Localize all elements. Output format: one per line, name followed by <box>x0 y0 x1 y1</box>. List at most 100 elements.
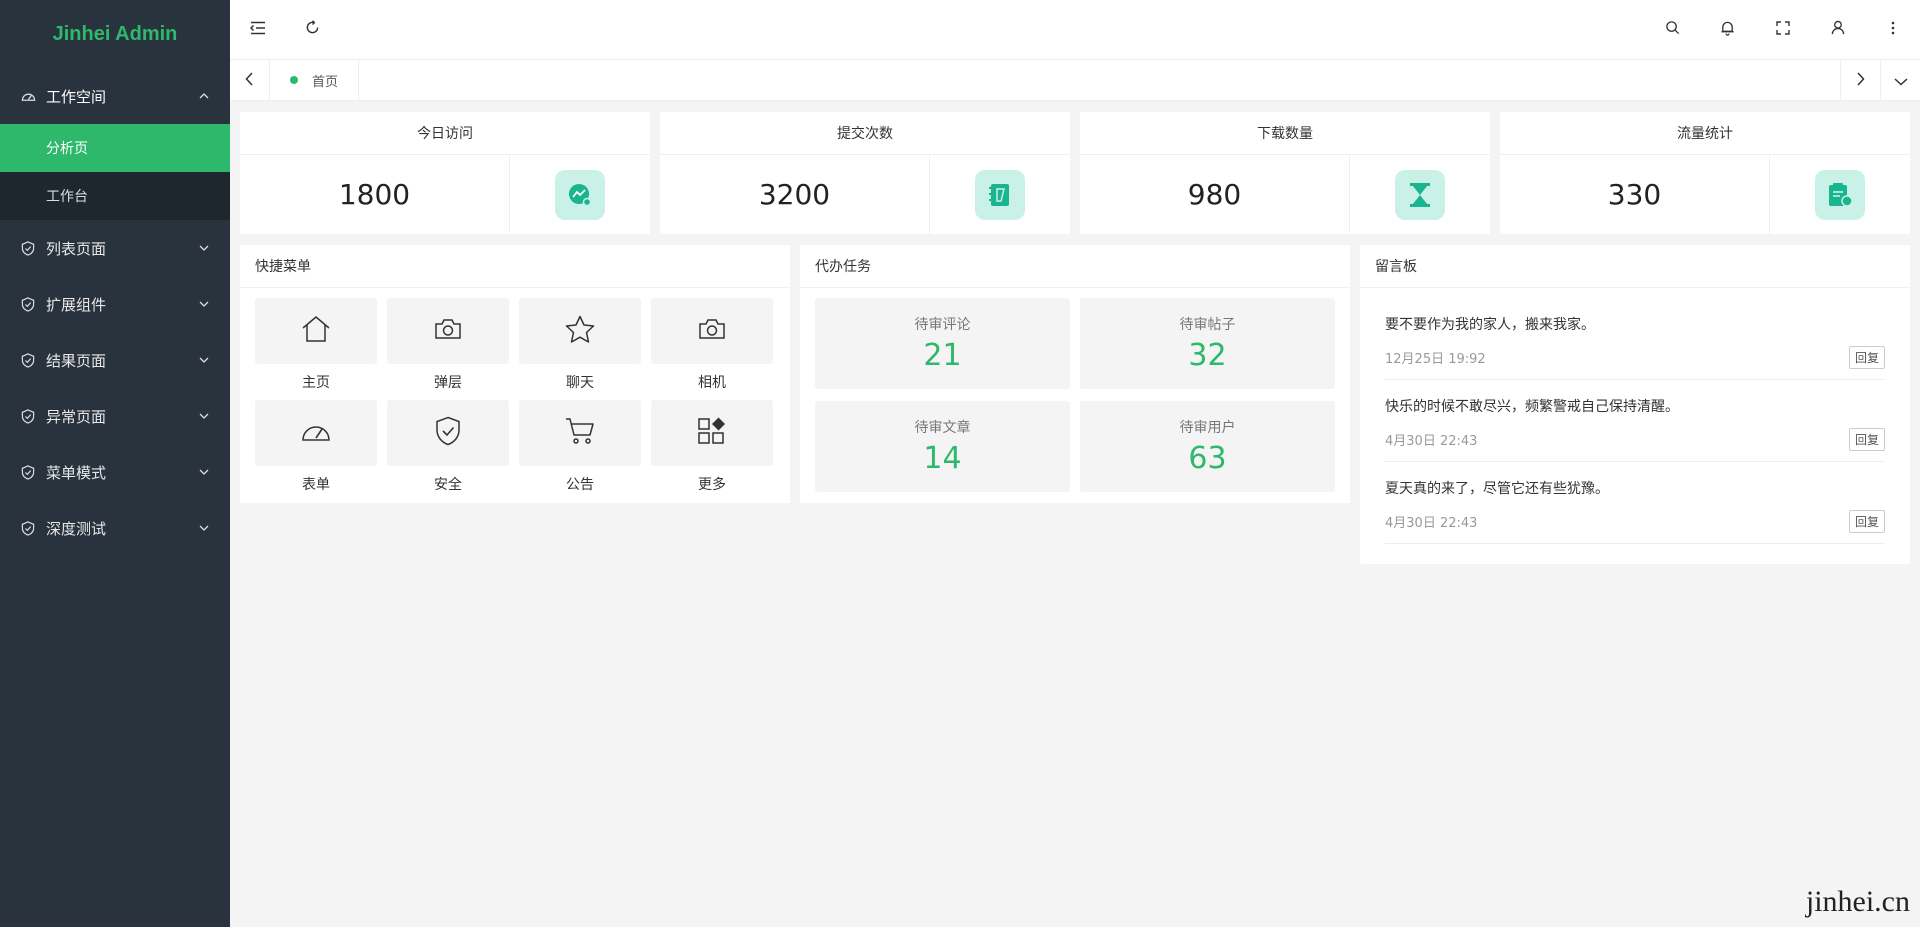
quick-item-label: 更多 <box>698 477 726 493</box>
todo-label: 待审评论 <box>914 317 971 333</box>
active-dot <box>290 76 298 84</box>
chevron-up-icon <box>198 90 210 102</box>
todo-count: 63 <box>1188 441 1227 476</box>
sidebar-submenu-workspace: 分析页 工作台 <box>0 124 230 220</box>
tabs-scroll-right-button[interactable] <box>1840 59 1880 101</box>
chevron-down-icon <box>1893 71 1908 90</box>
shield-check-icon <box>20 240 36 256</box>
sidebar-item-depth-test[interactable]: 深度测试 <box>0 500 230 556</box>
message-text: 要不要作为我的家人，搬来我家。 <box>1385 317 1595 333</box>
message-item: 夏天真的来了，尽管它还有些犹豫。 4月30日 22:43 回复 <box>1385 462 1885 544</box>
sidebar-item-analysis[interactable]: 分析页 <box>0 124 230 172</box>
chevron-down-icon <box>198 410 210 422</box>
panel-title: 代办任务 <box>800 245 1350 288</box>
todo-item-comments[interactable]: 待审评论 21 <box>815 298 1070 389</box>
sidebar-item-label: 深度测试 <box>46 519 107 538</box>
message-item: 要不要作为我的家人，搬来我家。 12月25日 19:92 回复 <box>1385 298 1885 380</box>
todo-count: 14 <box>923 441 962 476</box>
quick-item-label: 相机 <box>698 375 726 391</box>
message-text: 夏天真的来了，尽管它还有些犹豫。 <box>1385 481 1609 497</box>
tabs-dropdown-button[interactable] <box>1880 59 1920 101</box>
sidebar-item-label: 扩展组件 <box>46 295 107 314</box>
menu-fold-icon <box>249 20 266 39</box>
todo-item-users[interactable]: 待审用户 63 <box>1080 401 1335 492</box>
chevron-down-icon <box>198 522 210 534</box>
notifications-button[interactable] <box>1700 0 1755 60</box>
todo-panel: 代办任务 待审评论 21 待审帖子 32 待审文章 14 待审用户 63 <box>800 245 1350 503</box>
quick-menu-panel: 快捷菜单 主页 弹层 聊天 相机 表单 安全 公告 更多 <box>240 245 790 503</box>
search-icon <box>1665 20 1680 39</box>
star-icon <box>565 315 595 347</box>
sidebar-item-list-pages[interactable]: 列表页面 <box>0 220 230 276</box>
chevron-down-icon <box>198 466 210 478</box>
menu-fold-button[interactable] <box>230 0 285 60</box>
todo-item-articles[interactable]: 待审文章 14 <box>815 401 1070 492</box>
app-logo-title: Jinhei Admin <box>52 22 178 45</box>
shield-check-icon <box>20 296 36 312</box>
tabs-bar: 首页 <box>230 59 1920 101</box>
message-time: 12月25日 19:92 <box>1385 352 1486 367</box>
shield-check-icon <box>20 352 36 368</box>
sidebar-item-workspace[interactable]: 工作空间 <box>0 68 230 124</box>
quick-item-security[interactable]: 安全 <box>387 400 509 494</box>
stat-card-visits: 今日访问 1800 <box>240 112 650 234</box>
quick-item-label: 安全 <box>434 477 462 493</box>
search-button[interactable] <box>1645 0 1700 60</box>
sidebar-item-menu-mode[interactable]: 菜单模式 <box>0 444 230 500</box>
reply-button[interactable]: 回复 <box>1848 510 1885 533</box>
quick-item-label: 公告 <box>566 477 594 493</box>
todo-label: 待审用户 <box>1179 420 1236 436</box>
stat-value: 1800 <box>240 155 510 234</box>
shield-check-icon <box>20 464 36 480</box>
todo-label: 待审帖子 <box>1179 317 1236 333</box>
chevron-down-icon <box>198 354 210 366</box>
sidebar-item-result-pages[interactable]: 结果页面 <box>0 332 230 388</box>
refresh-icon <box>305 20 320 39</box>
quick-item-notice[interactable]: 公告 <box>519 400 641 494</box>
top-header <box>230 0 1920 60</box>
gauge-icon <box>300 418 332 448</box>
stat-title: 提交次数 <box>660 112 1070 155</box>
chevron-down-icon <box>198 298 210 310</box>
tab-home[interactable]: 首页 <box>270 59 360 101</box>
quick-item-camera[interactable]: 相机 <box>651 298 773 392</box>
sidebar-item-label: 菜单模式 <box>46 463 107 482</box>
more-button[interactable] <box>1865 0 1920 60</box>
camera-icon <box>434 318 462 344</box>
tabs-scroll-left-button[interactable] <box>230 59 270 101</box>
quick-item-form[interactable]: 表单 <box>255 400 377 494</box>
todo-count: 32 <box>1188 338 1227 373</box>
chevron-right-icon <box>1856 71 1865 90</box>
chevron-left-icon <box>245 71 254 90</box>
stat-card-traffic: 流量统计 330 <box>1500 112 1910 234</box>
reply-button[interactable]: 回复 <box>1848 346 1885 369</box>
quick-item-layer[interactable]: 弹层 <box>387 298 509 392</box>
quick-item-home[interactable]: 主页 <box>255 298 377 392</box>
stat-title: 下载数量 <box>1080 112 1490 155</box>
watermark: jinhei.cn <box>1805 885 1910 918</box>
reply-button[interactable]: 回复 <box>1848 428 1885 451</box>
quick-item-label: 主页 <box>302 375 330 391</box>
user-button[interactable] <box>1810 0 1865 60</box>
sidebar-item-label: 结果页面 <box>46 351 107 370</box>
fullscreen-icon <box>1775 20 1790 39</box>
shield-check-icon <box>20 408 36 424</box>
hourglass-icon <box>1395 169 1445 220</box>
fullscreen-button[interactable] <box>1755 0 1810 60</box>
todo-label: 待审文章 <box>914 420 971 436</box>
chevron-down-icon <box>198 242 210 254</box>
dashboard-icon <box>20 88 36 104</box>
sidebar-item-error-pages[interactable]: 异常页面 <box>0 388 230 444</box>
sidebar-item-label: 工作空间 <box>46 87 107 106</box>
cart-icon <box>565 417 595 449</box>
message-text: 快乐的时候不敢尽兴，频繁警戒自己保持清醒。 <box>1385 399 1679 415</box>
quick-item-more[interactable]: 更多 <box>651 400 773 494</box>
stat-title: 流量统计 <box>1500 112 1910 155</box>
quick-item-chat[interactable]: 聊天 <box>519 298 641 392</box>
sidebar-item-label: 列表页面 <box>46 239 107 258</box>
sidebar-item-label: 异常页面 <box>46 407 107 426</box>
sidebar-item-ext-components[interactable]: 扩展组件 <box>0 276 230 332</box>
sidebar-item-workbench[interactable]: 工作台 <box>0 172 230 220</box>
refresh-button[interactable] <box>285 0 340 60</box>
todo-item-posts[interactable]: 待审帖子 32 <box>1080 298 1335 389</box>
